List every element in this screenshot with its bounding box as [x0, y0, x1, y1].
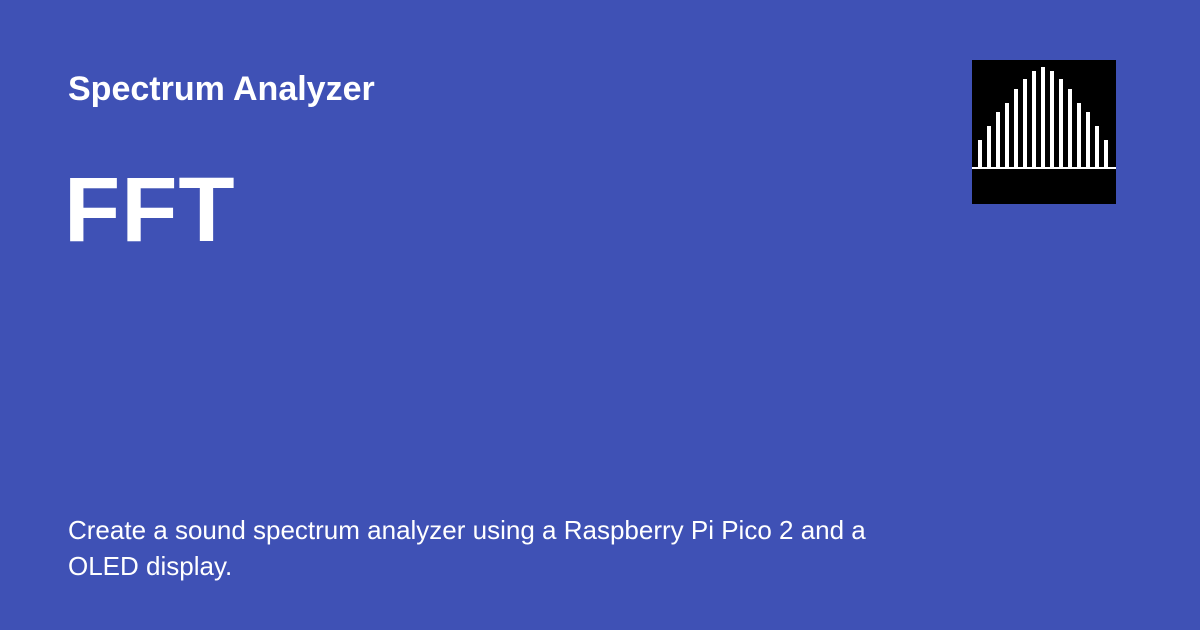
spectrum-bar [996, 112, 1000, 167]
site-title: Spectrum Analyzer [68, 70, 375, 108]
spectrum-bar [1023, 79, 1027, 167]
spectrum-bar [1086, 112, 1090, 167]
spectrum-bars-icon [972, 67, 1116, 169]
spectrum-bar [978, 140, 982, 167]
spectrum-bar [1077, 103, 1081, 167]
page-title: FFT [64, 159, 236, 261]
spectrum-logo [972, 60, 1116, 204]
spectrum-baseline [972, 167, 1116, 169]
spectrum-bar [1104, 140, 1108, 167]
page-description: Create a sound spectrum analyzer using a… [68, 515, 866, 581]
spectrum-bar [1068, 89, 1072, 167]
spectrum-bar [1032, 71, 1036, 167]
spectrum-bar [1095, 126, 1099, 167]
spectrum-bar [1014, 89, 1018, 167]
spectrum-bar [987, 126, 991, 167]
spectrum-bar [1041, 67, 1045, 167]
spectrum-bar [1059, 79, 1063, 167]
spectrum-bar [1050, 71, 1054, 167]
spectrum-bar [1005, 103, 1009, 167]
